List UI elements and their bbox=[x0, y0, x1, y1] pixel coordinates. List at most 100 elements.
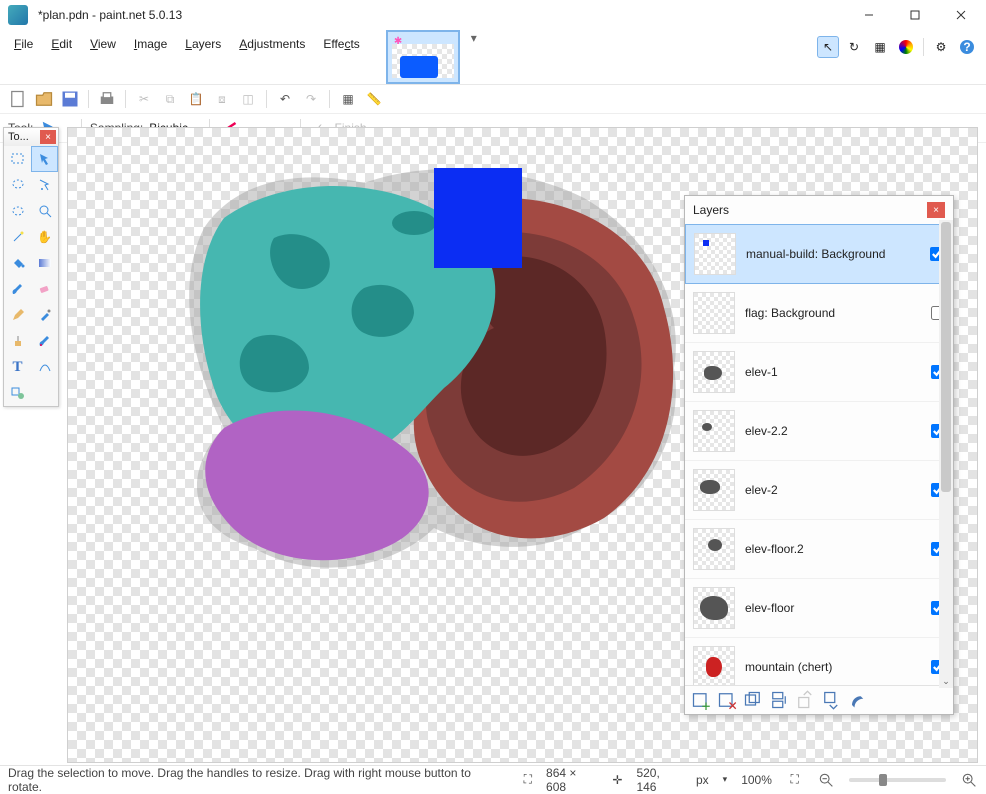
layer-row[interactable]: elev-1 bbox=[685, 343, 953, 402]
undo-icon[interactable]: ↶ bbox=[275, 89, 295, 109]
colors-toggle-icon[interactable] bbox=[895, 36, 917, 58]
layer-row[interactable]: elev-floor.2 bbox=[685, 520, 953, 579]
open-icon[interactable] bbox=[34, 89, 54, 109]
copy-icon[interactable]: ⧉ bbox=[160, 89, 180, 109]
fit-window-icon[interactable]: ⛶ bbox=[786, 771, 804, 789]
canvas-size: 864 × 608 bbox=[546, 766, 598, 794]
layers-window[interactable]: Layers × manual-build: Background flag: … bbox=[684, 195, 954, 715]
line-tool[interactable] bbox=[31, 354, 58, 380]
deselect-icon[interactable]: ◫ bbox=[238, 89, 258, 109]
lasso-tool[interactable] bbox=[4, 172, 31, 198]
help-icon[interactable]: ? bbox=[956, 36, 978, 58]
crop-icon[interactable]: ⧈ bbox=[212, 89, 232, 109]
menu-file[interactable]: File bbox=[6, 34, 41, 54]
toolbar-file: ✂ ⧉ 📋 ⧈ ◫ ↶ ↷ ▦ 📏 bbox=[0, 85, 986, 114]
layer-name: flag: Background bbox=[745, 306, 921, 320]
minimize-button[interactable] bbox=[846, 0, 892, 30]
menu-effects[interactable]: Effects bbox=[315, 34, 367, 54]
thumbnail-dropdown[interactable]: ▾ bbox=[466, 30, 482, 46]
add-layer-icon[interactable] bbox=[691, 690, 711, 710]
menu-image[interactable]: Image bbox=[126, 34, 175, 54]
redo-icon[interactable]: ↷ bbox=[301, 89, 321, 109]
layers-scrollbar[interactable]: ⌄ bbox=[939, 220, 953, 688]
menu-layers[interactable]: Layers bbox=[177, 34, 229, 54]
titlebar: *plan.pdn - paint.net 5.0.13 bbox=[0, 0, 986, 30]
shapes-tool[interactable] bbox=[4, 380, 31, 406]
artwork bbox=[114, 128, 754, 688]
layer-row[interactable]: elev-2 bbox=[685, 461, 953, 520]
pan-tool[interactable]: ✋ bbox=[31, 224, 58, 250]
settings-icon[interactable]: ⚙ bbox=[930, 36, 952, 58]
new-icon[interactable] bbox=[8, 89, 28, 109]
grid-icon[interactable]: ▦ bbox=[338, 89, 358, 109]
tools-window[interactable]: To... × ✋ T bbox=[3, 127, 59, 407]
text-tool[interactable]: T bbox=[4, 354, 31, 380]
history-toggle-icon[interactable]: ↻ bbox=[843, 36, 865, 58]
pencil-tool[interactable] bbox=[4, 302, 31, 328]
utility-buttons: ↖ ↻ ▦ ⚙ ? bbox=[817, 30, 980, 58]
layers-window-close-icon[interactable]: × bbox=[927, 202, 945, 218]
menu-adjustments[interactable]: Adjustments bbox=[231, 34, 313, 54]
layers-toggle-icon[interactable]: ▦ bbox=[869, 36, 891, 58]
layer-row[interactable]: manual-build: Background bbox=[685, 224, 953, 284]
rect-select-tool[interactable] bbox=[4, 146, 31, 172]
layer-thumb-icon bbox=[693, 528, 735, 570]
clone-stamp-tool[interactable] bbox=[4, 328, 31, 354]
layer-row[interactable]: mountain (chert) bbox=[685, 638, 953, 685]
layers-window-title: Layers bbox=[693, 203, 927, 217]
paste-icon[interactable]: 📋 bbox=[186, 89, 206, 109]
move-layer-up-icon[interactable] bbox=[795, 690, 815, 710]
layer-name: elev-2 bbox=[745, 483, 921, 497]
save-icon[interactable] bbox=[60, 89, 80, 109]
window-title: *plan.pdn - paint.net 5.0.13 bbox=[34, 8, 846, 22]
move-pixels-tool[interactable] bbox=[31, 172, 58, 198]
cut-icon[interactable]: ✂ bbox=[134, 89, 154, 109]
maximize-button[interactable] bbox=[892, 0, 938, 30]
magic-wand-tool[interactable] bbox=[4, 224, 31, 250]
menu-edit[interactable]: Edit bbox=[43, 34, 80, 54]
unit-label[interactable]: px bbox=[696, 773, 709, 787]
layer-row[interactable]: flag: Background bbox=[685, 284, 953, 343]
cursor-pos: 520, 146 bbox=[636, 766, 682, 794]
print-icon[interactable] bbox=[97, 89, 117, 109]
recolor-tool[interactable] bbox=[31, 328, 58, 354]
layer-row[interactable]: elev-2.2 bbox=[685, 402, 953, 461]
layers-scrollbar-thumb[interactable] bbox=[941, 222, 951, 492]
document-thumbnail[interactable]: ✱ bbox=[386, 30, 460, 84]
layer-thumb-icon bbox=[693, 469, 735, 511]
zoom-slider-handle[interactable] bbox=[879, 774, 887, 786]
layer-thumb-icon bbox=[693, 292, 735, 334]
eraser-tool[interactable] bbox=[31, 276, 58, 302]
tools-window-close-icon[interactable]: × bbox=[40, 130, 56, 144]
zoom-value[interactable]: 100% bbox=[741, 773, 772, 787]
paint-bucket-tool[interactable] bbox=[4, 250, 31, 276]
tools-window-title: To... bbox=[6, 131, 40, 143]
layer-name: mountain (chert) bbox=[745, 660, 921, 674]
layers-window-titlebar[interactable]: Layers × bbox=[685, 196, 953, 224]
layers-list[interactable]: manual-build: Background flag: Backgroun… bbox=[685, 224, 953, 685]
tools-window-titlebar[interactable]: To... × bbox=[4, 128, 58, 146]
zoom-out-icon[interactable] bbox=[817, 771, 835, 789]
color-picker-tool[interactable] bbox=[31, 302, 58, 328]
duplicate-layer-icon[interactable] bbox=[743, 690, 763, 710]
layer-properties-icon[interactable] bbox=[847, 690, 867, 710]
zoom-slider[interactable] bbox=[849, 778, 946, 782]
app-icon bbox=[8, 5, 28, 25]
gradient-tool[interactable] bbox=[31, 250, 58, 276]
move-selection-tool[interactable] bbox=[31, 146, 58, 172]
paintbrush-tool[interactable] bbox=[4, 276, 31, 302]
ruler-icon[interactable]: 📏 bbox=[364, 89, 384, 109]
delete-layer-icon[interactable] bbox=[717, 690, 737, 710]
layers-scroll-down-icon[interactable]: ⌄ bbox=[939, 674, 953, 688]
layer-row[interactable]: elev-floor bbox=[685, 579, 953, 638]
tools-toggle-icon[interactable]: ↖ bbox=[817, 36, 839, 58]
merge-layer-icon[interactable] bbox=[769, 690, 789, 710]
move-layer-down-icon[interactable] bbox=[821, 690, 841, 710]
menu-view[interactable]: View bbox=[82, 34, 124, 54]
ellipse-select-tool[interactable] bbox=[4, 198, 31, 224]
unit-dropdown-icon[interactable]: ▾ bbox=[723, 774, 728, 785]
zoom-tool[interactable] bbox=[31, 198, 58, 224]
close-button[interactable] bbox=[938, 0, 984, 30]
zoom-in-icon[interactable] bbox=[960, 771, 978, 789]
tools-grid: ✋ T bbox=[4, 146, 58, 406]
